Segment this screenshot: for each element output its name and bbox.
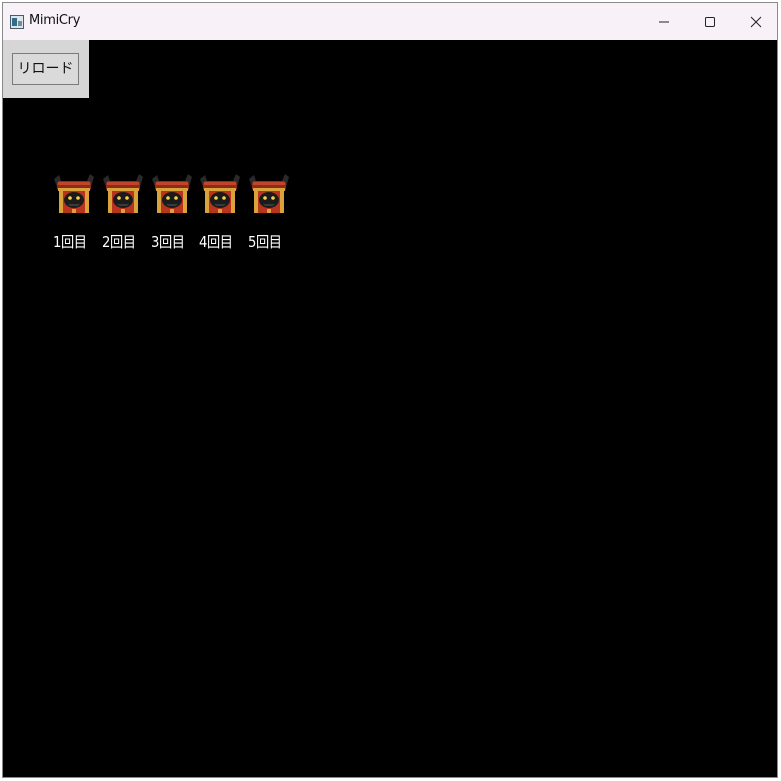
minimize-icon <box>659 21 669 22</box>
try-label: 3回目 <box>150 233 185 251</box>
game-area: リロード 1回目 2回目 3回目 4回目 5回目 <box>3 40 777 777</box>
try-item: 3回目 <box>149 173 198 252</box>
close-button[interactable] <box>733 3 777 40</box>
mimic-chest-icon <box>200 174 241 213</box>
try-label: 5回目 <box>248 233 282 251</box>
mimic-chest-icon <box>102 174 143 213</box>
try-item: 1回目 <box>51 173 100 252</box>
toolbar-panel: リロード <box>3 40 89 98</box>
title-bar[interactable]: MimiCry <box>3 3 777 40</box>
app-window-icon <box>10 14 24 29</box>
try-label: 1回目 <box>53 233 87 251</box>
close-icon <box>750 16 762 27</box>
mimic-chest-icon <box>54 174 94 213</box>
try-label: 2回目 <box>101 233 136 251</box>
mimic-chest-icon <box>249 174 290 213</box>
try-item: 2回目 <box>100 173 149 252</box>
try-label: 4回目 <box>199 233 233 251</box>
app-window: MimiCry リロード 1回目 2回目 3回目 4回目 5回目 <box>2 2 778 778</box>
window-title: MimiCry <box>29 13 81 28</box>
try-item: 4回目 <box>197 173 246 252</box>
mimic-chest-icon <box>151 174 192 213</box>
try-item: 5回目 <box>246 173 295 252</box>
minimize-button[interactable] <box>641 3 687 40</box>
tries-row: 1回目 2回目 3回目 4回目 5回目 <box>51 173 295 252</box>
maximize-button[interactable] <box>687 3 733 40</box>
reload-button[interactable]: リロード <box>12 53 79 85</box>
maximize-icon <box>705 16 715 27</box>
